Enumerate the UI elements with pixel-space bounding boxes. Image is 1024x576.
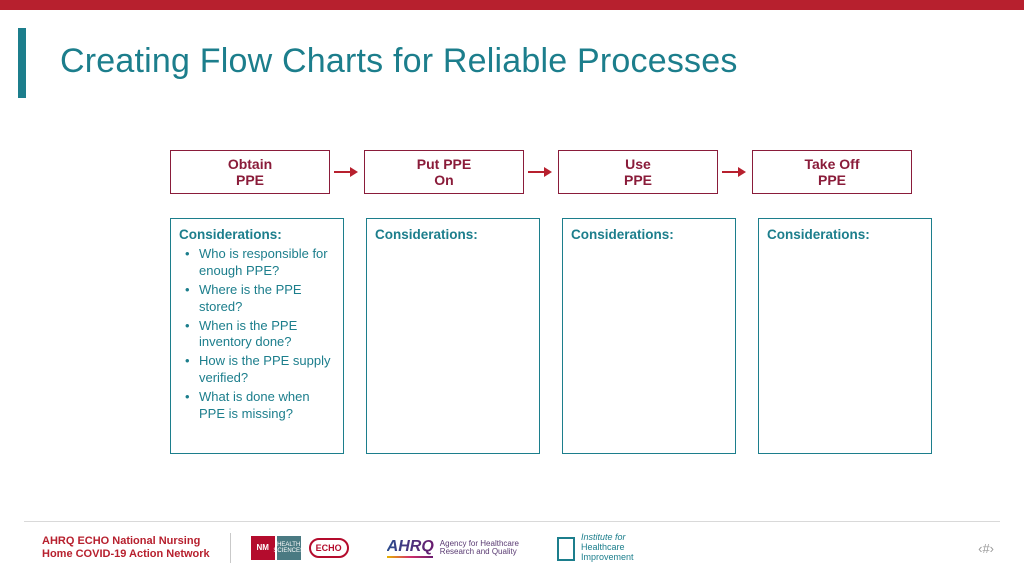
list-item: What is done when PPE is missing?	[183, 389, 335, 423]
ihi-text: Institute for Healthcare Improvement	[581, 533, 634, 563]
footer: AHRQ ECHO National Nursing Home COVID-19…	[42, 528, 994, 568]
arrow-icon	[722, 167, 748, 177]
considerations-title: Considerations:	[375, 227, 531, 242]
step-line1: Obtain	[228, 156, 272, 172]
step-put-ppe-on: Put PPE On	[364, 150, 524, 194]
list-item: How is the PPE supply verified?	[183, 353, 335, 387]
list-item: When is the PPE inventory done?	[183, 318, 335, 352]
step-line1: Take Off	[805, 156, 860, 172]
considerations-box-2: Considerations:	[366, 218, 540, 454]
ihi-logo: Institute for Healthcare Improvement	[557, 533, 634, 563]
unm-red-square: NM	[251, 536, 275, 560]
top-accent-bar	[0, 0, 1024, 10]
page-number: ‹#›	[978, 541, 994, 556]
program-line2: Home COVID-19 Action Network	[42, 548, 210, 560]
logo-group: NM HEALTH SCIENCES ECHO AHRQ Agency for …	[251, 533, 634, 563]
considerations-box-3: Considerations:	[562, 218, 736, 454]
step-line1: Put PPE	[417, 156, 471, 172]
considerations-box-1: Considerations: Who is responsible for e…	[170, 218, 344, 454]
step-obtain-ppe: Obtain PPE	[170, 150, 330, 194]
footer-separator	[230, 533, 231, 563]
unm-teal-square: HEALTH SCIENCES	[277, 536, 301, 560]
considerations-row: Considerations: Who is responsible for e…	[170, 218, 932, 454]
ahrq-subtitle: Agency for Healthcare Research and Quali…	[440, 540, 519, 556]
considerations-box-4: Considerations:	[758, 218, 932, 454]
footer-divider	[24, 521, 1000, 522]
ihi-line3: Improvement	[581, 553, 634, 563]
step-line2: PPE	[624, 172, 652, 188]
list-item: Where is the PPE stored?	[183, 282, 335, 316]
arrow-icon	[334, 167, 360, 177]
ahrq-wordmark: AHRQ	[387, 538, 434, 555]
considerations-title: Considerations:	[571, 227, 727, 242]
ihi-icon	[557, 537, 575, 559]
unm-echo-logo: NM HEALTH SCIENCES ECHO	[251, 536, 349, 560]
step-take-off-ppe: Take Off PPE	[752, 150, 912, 194]
step-use-ppe: Use PPE	[558, 150, 718, 194]
echo-badge-icon: ECHO	[309, 538, 349, 558]
unm-icon: NM HEALTH SCIENCES	[251, 536, 301, 560]
unm-sci-text: SCIENCES	[273, 548, 304, 554]
process-flow-row: Obtain PPE Put PPE On Use PPE Take Off P…	[170, 150, 964, 194]
list-item: Who is responsible for enough PPE?	[183, 246, 335, 280]
considerations-list: Who is responsible for enough PPE? Where…	[179, 246, 335, 423]
title-accent-bar	[18, 28, 26, 98]
step-line2: On	[434, 172, 453, 188]
ahrq-logo: AHRQ Agency for Healthcare Research and …	[387, 538, 519, 558]
considerations-title: Considerations:	[179, 227, 335, 242]
page-title: Creating Flow Charts for Reliable Proces…	[60, 42, 738, 81]
program-name: AHRQ ECHO National Nursing Home COVID-19…	[42, 535, 210, 561]
program-line1: AHRQ ECHO National Nursing	[42, 535, 200, 547]
ahrq-sub2: Research and Quality	[440, 548, 519, 556]
considerations-title: Considerations:	[767, 227, 923, 242]
step-line1: Use	[625, 156, 651, 172]
ahrq-underline-icon	[387, 556, 433, 558]
step-line2: PPE	[236, 172, 264, 188]
step-line2: PPE	[818, 172, 846, 188]
arrow-icon	[528, 167, 554, 177]
